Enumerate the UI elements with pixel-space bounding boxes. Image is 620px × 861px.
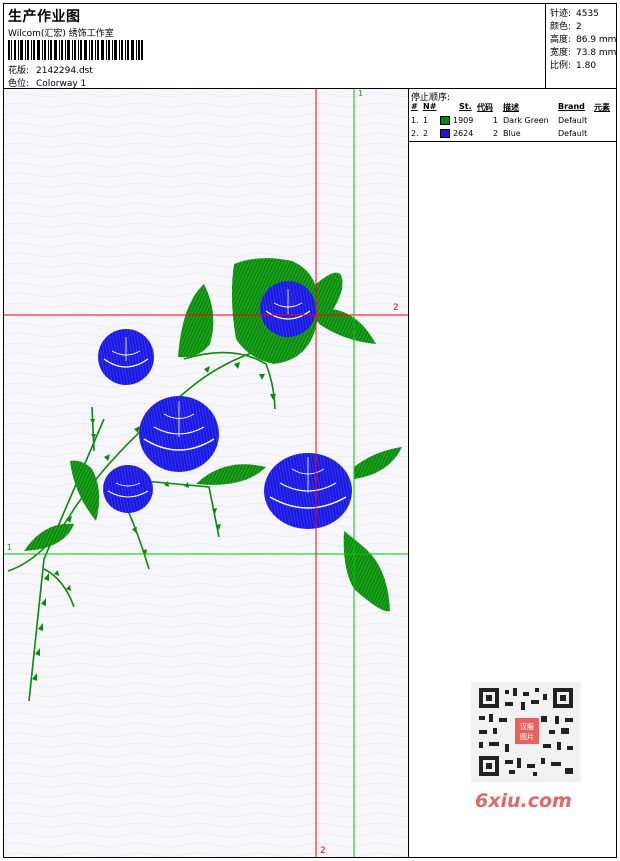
barcode-icon [8,40,143,60]
seal-text-bottom: 图片 [520,732,534,741]
rose-right [264,453,352,529]
col-description: 描述 [503,103,519,112]
col-code: 代码 [477,103,493,112]
stat-stitches: 针迹: 4535 [550,9,599,19]
design-label: 花版: [8,66,30,76]
stop-row: 2. 2 2624 2 Blue Default [411,129,588,138]
color-swatch-green [440,116,450,125]
seal-text-top: 汉服 [520,723,534,731]
rose-small-left [98,329,154,385]
col-index: # [411,102,418,111]
col-needle: N# [423,102,437,111]
col-brand: Brand [558,102,585,111]
rose-small-lower [103,465,153,513]
stat-height: 高度: 86.9 mm [550,35,617,45]
green-v-guide-label: 1 [358,89,364,98]
stat-scale: 比例: 1.80 [550,61,597,71]
red-h-guide-label: 2 [393,303,399,313]
col-element: 元素 [594,103,610,112]
header: 生产作业图 Wilcom(汇宏) 绣饰工作室 花版: 2142294.dst 色位… [4,4,544,89]
qr-code-icon: 汉服 图片 [471,682,581,782]
col-stitches: St. [459,102,472,111]
red-v-guide-label: 2 [320,846,326,856]
design-file-line: 花版: 2142294.dst [8,63,93,76]
design-canvas: 2 2 1 1 [4,89,409,857]
green-h-guide-label: 1 [7,543,13,552]
rose-large-center [139,396,219,472]
color-swatch-blue [440,129,450,138]
studio-name: Wilcom(汇宏) 绣饰工作室 [8,29,114,39]
stat-width: 宽度: 73.8 mm [550,48,617,58]
embroidery-preview [4,89,408,857]
design-value: 2142294.dst [36,66,93,76]
watermark-site: 6xiu.com [475,790,572,812]
stop-sequence-header: # N# St. 代码 描述 Brand 元素 [409,102,617,113]
design-stats: 针迹: 4535 颜色: 2 高度: 86.9 mm 宽度: 73.8 mm 比例: 1.… [545,4,617,88]
stop-row: 1. 1 1909 1 Dark Green Default [411,116,588,125]
stat-colors: 颜色: 2 [550,22,582,32]
page-title: 生产作业图 [8,9,81,25]
rose-top [260,281,316,337]
panel-divider [409,141,617,142]
